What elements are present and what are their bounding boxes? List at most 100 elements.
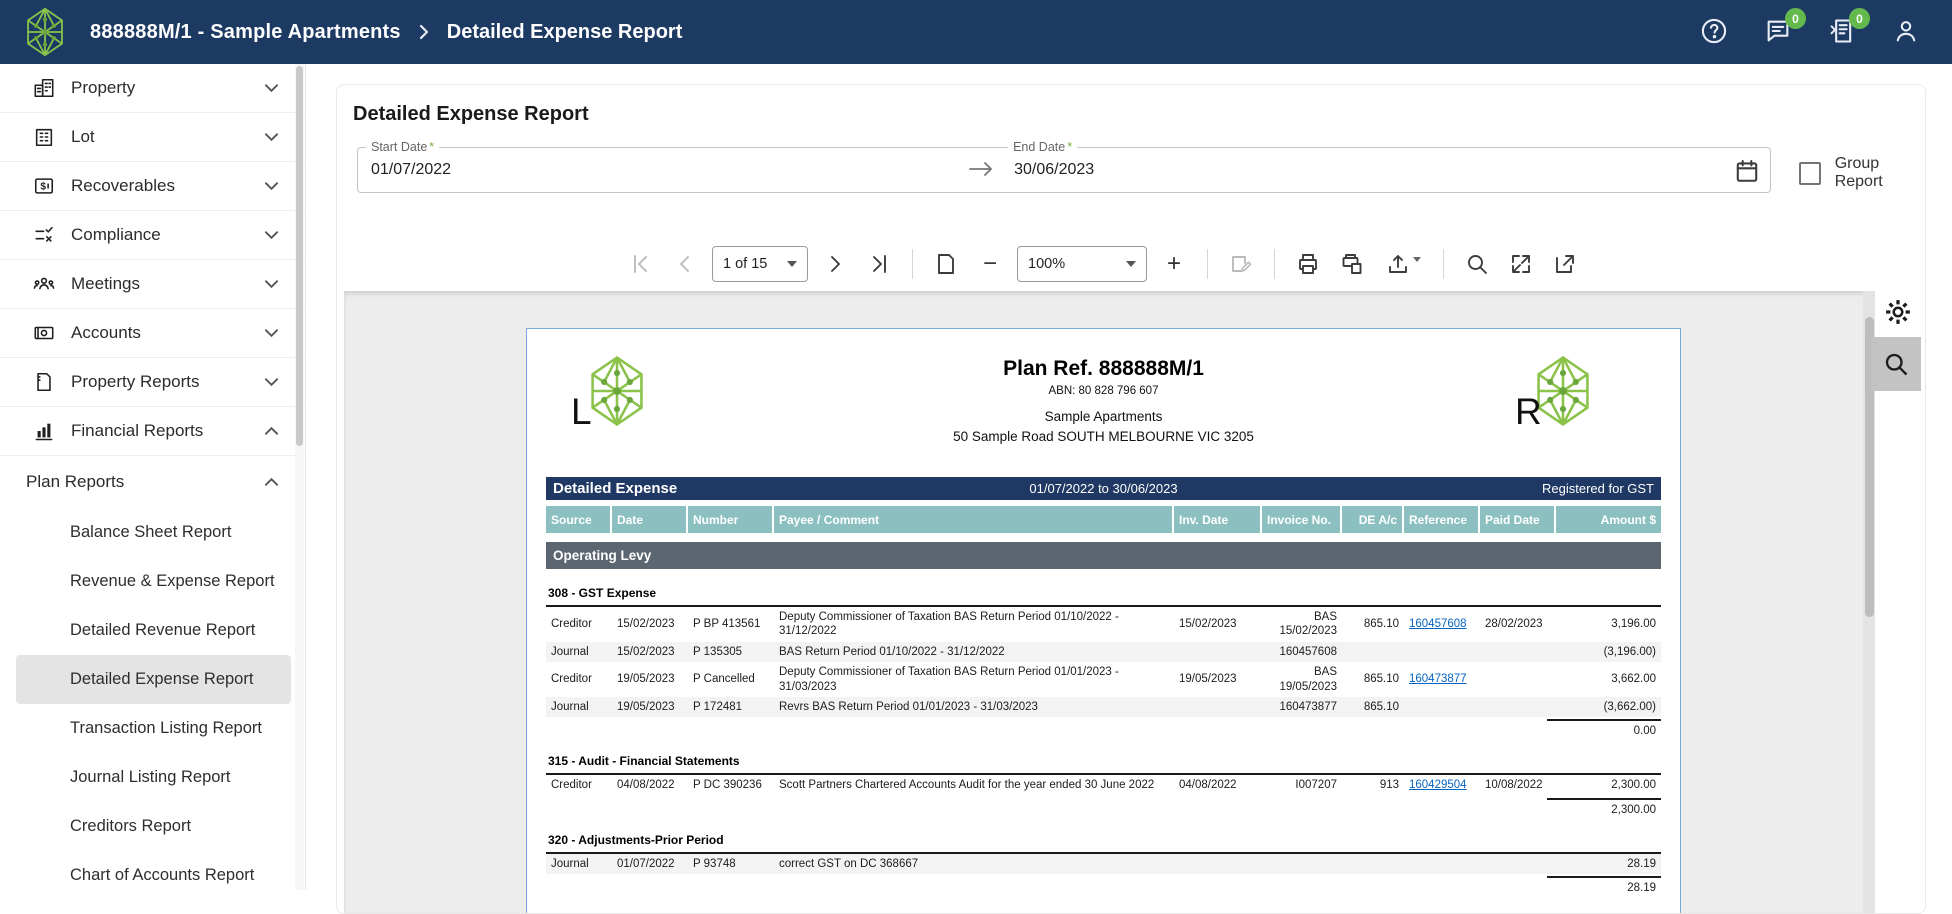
cell-inv-date: 04/08/2022 [1174, 775, 1262, 795]
invoices-badge: 0 [1849, 8, 1870, 29]
sidebar-item-label: Accounts [71, 323, 141, 343]
subtotal-row: 28.19 [546, 876, 1661, 894]
cell-date: 04/08/2022 [612, 775, 688, 795]
sidebar-item-recoverables[interactable]: $Recoverables [0, 162, 305, 211]
table-row: Journal01/07/2022P 93748correct GST on D… [546, 854, 1661, 874]
zoom-out-button[interactable]: − [973, 247, 1007, 281]
sidebar-item-balance-sheet-report[interactable]: Balance Sheet Report [16, 508, 291, 557]
cell-invoice-no: 160457608 [1262, 642, 1342, 662]
pdf-viewer: L R Plan Ref. 888888M/1 ABN: 80 828 796 … [344, 291, 1875, 913]
sidebar-item-property-reports[interactable]: Property Reports [0, 358, 305, 407]
sidebar-item-meetings[interactable]: Meetings [0, 260, 305, 309]
sidebar-item-label: Meetings [71, 274, 140, 294]
sidebar-item-detailed-revenue-report[interactable]: Detailed Revenue Report [16, 606, 291, 655]
chevron-down-icon [1126, 261, 1136, 267]
calendar-icon[interactable] [1734, 158, 1760, 184]
reference-link[interactable]: 160473877 [1409, 673, 1467, 685]
fullscreen-button[interactable] [1504, 247, 1538, 281]
sidebar-scrollbar[interactable] [295, 64, 304, 890]
reference-link[interactable]: 160457608 [1409, 618, 1467, 630]
sidebar-item-financial-reports[interactable]: Financial Reports [0, 407, 305, 456]
previous-page-button[interactable] [668, 247, 702, 281]
cell-invoice-no: 160473877 [1262, 697, 1342, 717]
print-button[interactable] [1291, 247, 1325, 281]
last-page-button[interactable] [862, 247, 896, 281]
page-number-select[interactable]: 1 of 15 [712, 246, 808, 282]
invoices-button[interactable]: 0 [1828, 17, 1858, 47]
report-settings-button[interactable] [1883, 297, 1915, 329]
sidebar-section-plan-reports[interactable]: Plan Reports [0, 456, 305, 508]
cell-reference [1404, 649, 1480, 655]
cell-de-ac [1342, 649, 1404, 655]
next-page-button[interactable] [818, 247, 852, 281]
cell-date: 01/07/2022 [612, 854, 688, 874]
cell-de-ac: 913 [1342, 775, 1404, 795]
messages-button[interactable]: 0 [1764, 17, 1794, 47]
cell-invoice-no: I007207 [1262, 775, 1342, 795]
group-report-checkbox[interactable] [1799, 162, 1821, 185]
table-row: Journal19/05/2023P 172481Revrs BAS Retur… [546, 697, 1661, 717]
zoom-level-select[interactable]: 100% [1017, 246, 1147, 282]
breadcrumb-plan[interactable]: 888888M/1 - Sample Apartments [90, 21, 401, 44]
first-page-button[interactable] [624, 247, 658, 281]
sidebar-item-transaction-listing-report[interactable]: Transaction Listing Report [16, 704, 291, 753]
page-title: Detailed Expense Report [353, 103, 589, 126]
report-fund-header: Operating Levy [546, 542, 1661, 569]
cell-inv-date: 19/05/2023 [1174, 669, 1262, 689]
column-header-source: Source [546, 506, 612, 533]
column-header-number: Number [688, 506, 774, 533]
open-new-window-button[interactable] [1548, 247, 1582, 281]
cell-number: P 135305 [688, 642, 774, 662]
group-report-toggle[interactable]: Group Report [1799, 155, 1925, 191]
cell-inv-date [1174, 704, 1262, 710]
sidebar-item-accounts[interactable]: Accounts [0, 309, 305, 358]
section-title: 320 - Adjustments-Prior Period [546, 833, 1661, 854]
banknote-icon [33, 322, 55, 344]
cell-number: P 172481 [688, 697, 774, 717]
sidebar-item-label: Compliance [71, 225, 161, 245]
user-menu-button[interactable] [1892, 17, 1922, 47]
cell-source: Journal [546, 854, 612, 874]
report-search-button[interactable] [1871, 337, 1921, 391]
cell-payee: Scott Partners Chartered Accounts Audit … [774, 775, 1174, 795]
chevron-down-icon [264, 83, 279, 93]
sidebar-item-creditors-report[interactable]: Creditors Report [16, 802, 291, 851]
chevron-down-icon [264, 230, 279, 240]
app-logo-icon[interactable] [22, 7, 68, 57]
report-logo-right: R [1531, 355, 1595, 427]
chevron-down-icon [264, 328, 279, 338]
fit-page-button[interactable] [929, 247, 963, 281]
cell-de-ac: 865.10 [1342, 669, 1404, 689]
sidebar-scrollbar-thumb[interactable] [296, 66, 303, 446]
help-button[interactable] [1700, 17, 1730, 47]
cell-de-ac: 865.10 [1342, 614, 1404, 634]
export-button[interactable] [1379, 247, 1427, 281]
sidebar-item-lot[interactable]: Lot [0, 113, 305, 162]
cell-amount: (3,196.00) [1556, 642, 1661, 662]
section-title: 315 - Audit - Financial Statements [546, 754, 1661, 775]
chevron-up-icon [264, 477, 279, 487]
sidebar-item-chart-of-accounts-report[interactable]: Chart of Accounts Report [16, 851, 291, 890]
document-icon [33, 371, 55, 393]
cell-reference: 160457608 [1404, 614, 1480, 634]
sidebar-item-compliance[interactable]: Compliance [0, 211, 305, 260]
top-app-bar: 888888M/1 - Sample Apartments Detailed E… [0, 0, 1952, 64]
column-header-reference: Reference [1404, 506, 1480, 533]
cell-de-ac: 865.10 [1342, 697, 1404, 717]
sidebar-item-detailed-expense-report[interactable]: Detailed Expense Report [16, 655, 291, 704]
toolbar-divider [1274, 249, 1275, 279]
card-dollar-icon: $ [33, 175, 55, 197]
sidebar-item-revenue-expense-report[interactable]: Revenue & Expense Report [16, 557, 291, 606]
zoom-in-button[interactable]: + [1157, 247, 1191, 281]
chevron-down-icon [264, 279, 279, 289]
search-document-button[interactable] [1460, 247, 1494, 281]
start-date-input[interactable] [371, 148, 521, 192]
end-date-input[interactable] [1014, 148, 1164, 192]
sidebar-item-journal-listing-report[interactable]: Journal Listing Report [16, 753, 291, 802]
annotate-button[interactable] [1224, 247, 1258, 281]
cell-source: Creditor [546, 669, 612, 689]
reference-link[interactable]: 160429504 [1409, 779, 1467, 791]
sidebar-item-property[interactable]: Property [0, 64, 305, 113]
print-all-button[interactable] [1335, 247, 1369, 281]
table-row: Journal15/02/2023P 135305BAS Return Peri… [546, 642, 1661, 662]
